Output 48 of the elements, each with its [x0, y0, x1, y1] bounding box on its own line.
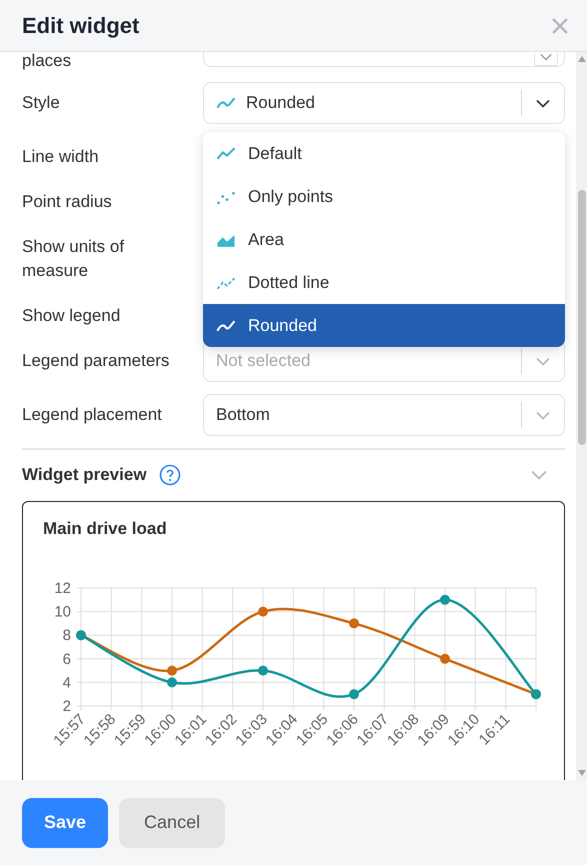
select-field[interactable]: [203, 52, 565, 67]
axis-label: 4: [62, 674, 71, 692]
line-style-icon: [216, 146, 236, 162]
line-style-icon: [216, 318, 236, 334]
axis-label: 2: [62, 698, 71, 715]
data-point: [440, 654, 450, 664]
data-point: [167, 666, 177, 676]
data-point: [258, 606, 268, 617]
axis-label: 12: [54, 580, 71, 597]
select-field[interactable]: Bottom: [203, 394, 565, 436]
field-label: Point radius: [22, 191, 113, 213]
data-point: [349, 618, 359, 628]
field-label: Legend parameters: [22, 350, 170, 372]
line-style-icon: [216, 95, 236, 111]
chevron-icon[interactable]: [531, 470, 547, 480]
scroll-up-icon[interactable]: [578, 56, 586, 62]
field-label: places: [22, 52, 72, 70]
field-label: Style: [22, 92, 61, 114]
cancel-button[interactable]: Cancel: [119, 798, 226, 848]
dropdown-option[interactable]: Rounded: [203, 304, 565, 347]
close-icon[interactable]: [551, 16, 569, 34]
scrollbar-thumb[interactable]: [578, 190, 586, 445]
save-button[interactable]: Save: [22, 798, 108, 848]
dropdown-option[interactable]: Area: [203, 218, 565, 261]
help-icon[interactable]: [158, 464, 181, 486]
data-point: [349, 689, 359, 700]
select-placeholder: Not selected: [216, 351, 310, 371]
field-label: Show units of measure: [22, 236, 126, 282]
field-label: Line width: [22, 146, 100, 168]
axis-label: 6: [62, 650, 71, 668]
scroll-down-icon[interactable]: [578, 770, 586, 776]
dropdown-option[interactable]: Default: [203, 132, 565, 175]
widget-title: Main drive load: [42, 518, 168, 540]
scrollbar[interactable]: [576, 52, 587, 780]
dropdown-option[interactable]: Dotted line: [203, 261, 565, 304]
section-title: Widget preview: [22, 465, 147, 485]
dialog-title: Edit widget: [22, 12, 140, 38]
field-label: Legend placement: [22, 404, 163, 426]
dropdown-option[interactable]: Only points: [203, 175, 565, 218]
axis-label: 8: [62, 627, 71, 644]
select-field[interactable]: Rounded: [203, 82, 565, 124]
data-point: [440, 594, 450, 605]
select-value: Rounded: [246, 93, 316, 113]
field-label: Show legend: [22, 305, 122, 327]
axis-label: 10: [54, 604, 71, 621]
data-point: [167, 677, 177, 688]
data-point: [258, 666, 268, 676]
select-value: Bottom: [216, 405, 270, 425]
